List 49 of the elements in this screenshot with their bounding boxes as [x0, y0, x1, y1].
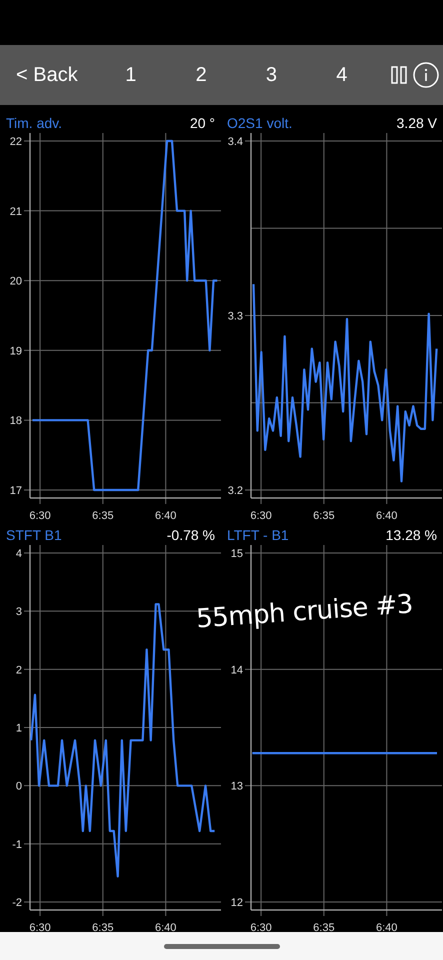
- x-axis-label: 6:40: [155, 510, 176, 522]
- y-axis-label: 13: [230, 780, 243, 793]
- y-axis-label: 4: [16, 548, 22, 560]
- y-axis-label: 2: [16, 664, 22, 676]
- x-axis-label: 6:35: [92, 922, 114, 934]
- gauge-reading: 3.28 V: [396, 115, 437, 131]
- y-axis-label: 14: [230, 664, 243, 676]
- home-indicator[interactable]: [164, 944, 280, 948]
- y-axis-label: 3.2: [228, 485, 243, 497]
- y-axis-label: 15: [230, 548, 243, 560]
- y-axis-label: 21: [10, 206, 22, 218]
- x-axis-label: 6:40: [376, 922, 398, 934]
- y-axis-label: -1: [12, 838, 22, 851]
- page-tab[interactable]: 3: [258, 60, 286, 90]
- x-axis-label: 6:35: [313, 510, 335, 522]
- gauge-title: O2S1 volt.: [227, 115, 292, 131]
- x-axis-label: 6:40: [155, 922, 176, 934]
- y-axis-label: 19: [10, 345, 22, 358]
- page-tab[interactable]: 2: [188, 60, 215, 90]
- gauge-title: Tim. adv.: [6, 115, 62, 131]
- page-tab[interactable]: 1: [117, 60, 144, 90]
- gauge-title: LTFT - B1: [227, 527, 289, 543]
- x-axis-label: 6:40: [376, 510, 398, 522]
- x-axis-label: 6:35: [92, 510, 114, 522]
- info-icon[interactable]: [413, 62, 439, 88]
- y-axis-label: 17: [10, 485, 22, 497]
- x-axis-label: 6:35: [313, 922, 335, 934]
- y-axis-label: -2: [12, 897, 22, 909]
- y-axis-label: 3: [16, 606, 22, 618]
- annotation-text: 55mph cruise #3: [195, 589, 414, 635]
- x-axis-label: 6:30: [250, 922, 272, 934]
- gauge-reading: 13.28 %: [386, 527, 437, 543]
- y-axis-label: 12: [230, 897, 243, 909]
- x-axis-label: 6:30: [29, 922, 51, 934]
- y-axis-label: 1: [16, 722, 22, 734]
- gauge-reading: -0.78 %: [166, 527, 215, 543]
- y-axis-label: 18: [10, 415, 22, 428]
- page-tab[interactable]: 4: [328, 60, 356, 90]
- gauge-reading: 20 °: [190, 115, 215, 131]
- y-axis-label: 22: [10, 136, 22, 148]
- y-axis-label: 3.3: [228, 310, 243, 322]
- pause-icon[interactable]: [391, 66, 407, 84]
- back-button[interactable]: < Back: [8, 60, 86, 90]
- y-axis-label: 0: [16, 780, 22, 793]
- x-axis-label: 6:30: [29, 510, 51, 522]
- x-axis-label: 6:30: [250, 510, 272, 522]
- y-axis-label: 20: [10, 276, 22, 288]
- y-axis-label: 3.4: [228, 136, 243, 148]
- gauge-title: STFT B1: [6, 527, 62, 543]
